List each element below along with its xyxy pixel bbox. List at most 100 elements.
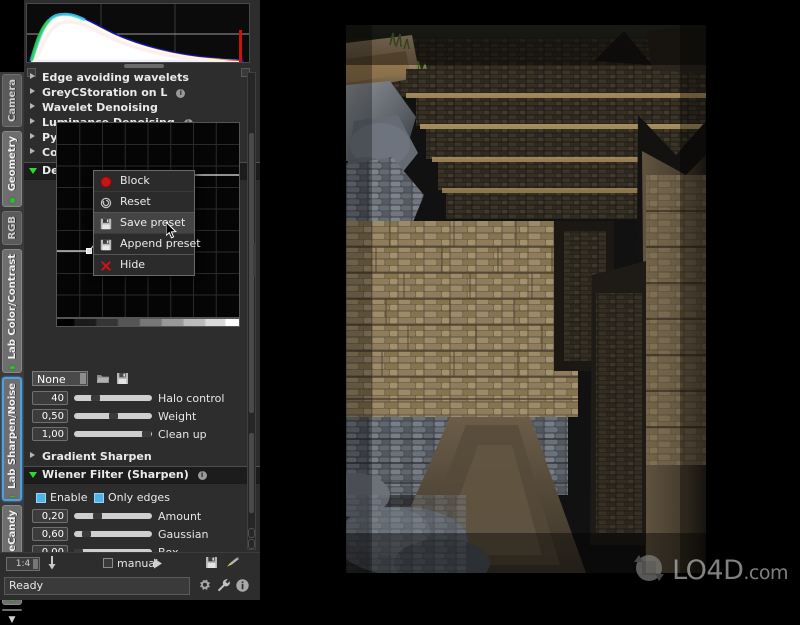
slider-value[interactable]: 0,60: [32, 527, 68, 541]
checkbox-label-only-edges: Only edges: [108, 491, 170, 504]
menu-item-block[interactable]: Block: [94, 171, 194, 192]
scrollbar-thumb-secondary[interactable]: [249, 433, 254, 513]
floppy-disk-icon: [100, 238, 112, 250]
preset-select[interactable]: None: [32, 371, 88, 386]
section-label: Wavelet Denoising: [42, 101, 158, 114]
floppy-disk-icon[interactable]: [116, 372, 130, 386]
slider-thumb[interactable]: [82, 531, 91, 537]
checkbox-label-enable: Enable: [50, 491, 87, 504]
status-text[interactable]: Ready: [4, 577, 190, 595]
chevron-right-icon: [30, 148, 35, 154]
watermark-text: LO4D.com: [672, 555, 788, 586]
pencil-icon[interactable]: [226, 557, 240, 572]
slider-label: Clean up: [158, 428, 207, 441]
sidebar-item-rgb[interactable]: RGB: [2, 211, 22, 245]
chevron-right-icon: [30, 452, 35, 458]
checkbox-only-edges[interactable]: [94, 493, 104, 503]
slider-thumb[interactable]: [93, 513, 102, 519]
menu-item-save-preset[interactable]: Save preset: [94, 213, 194, 234]
viewer-toolbar: 1:4 manual: [0, 552, 260, 574]
slider-thumb[interactable]: [142, 431, 151, 437]
menu-item-reset[interactable]: Reset: [94, 192, 194, 213]
tab-label-lab-color-contrast: Lab Color/Contrast: [7, 250, 18, 363]
slider-track[interactable]: [74, 395, 152, 401]
folder-open-icon[interactable]: [96, 372, 110, 386]
section-edge-avoiding-wavelets[interactable]: Edge avoiding wavelets: [24, 70, 260, 85]
raw-therapee-window: Camera Geometry RGB Lab Color/Contrast L…: [0, 0, 800, 600]
floppy-disk-icon[interactable]: [205, 556, 218, 572]
section-wiener-filter[interactable]: Wiener Filter (Sharpen) i: [24, 466, 260, 484]
slider-track[interactable]: [74, 431, 152, 437]
panel-scrollbar[interactable]: [247, 72, 256, 550]
mouse-cursor: [166, 222, 178, 243]
image-viewer[interactable]: LO4D.com: [260, 0, 800, 600]
scrollbar-down-button[interactable]: [248, 539, 255, 549]
block-circle-icon: [100, 175, 112, 187]
slider-label: Gaussian: [158, 528, 208, 541]
chevron-down-icon: [29, 472, 37, 481]
slider-track[interactable]: [74, 531, 152, 537]
menu-item-label: Reset: [120, 195, 151, 208]
chevron-right-icon: [30, 133, 35, 139]
slider-label: Weight: [158, 410, 196, 423]
tab-label-camera: Camera: [7, 75, 18, 126]
chevron-down-icon[interactable]: ▼: [9, 615, 16, 625]
sidebar-item-camera[interactable]: Camera: [2, 74, 22, 127]
sidebar-item-lab-color-contrast[interactable]: Lab Color/Contrast: [2, 249, 22, 373]
wiener-checkbox-row: Enable Only edges: [24, 490, 260, 507]
menu-item-label: Append preset: [120, 237, 201, 250]
slider-box: 0,00 Box: [24, 545, 260, 552]
slider-value[interactable]: 0,20: [32, 509, 68, 523]
zoom-level-value: 1:4: [16, 559, 30, 569]
slider-label: Amount: [158, 510, 201, 523]
slider-track[interactable]: [74, 513, 152, 519]
slider-value[interactable]: 1,00: [32, 427, 68, 441]
slider-value[interactable]: 0,50: [32, 409, 68, 423]
chevron-right-icon: [30, 73, 35, 79]
chevron-right-icon: [30, 88, 35, 94]
checkbox-enable[interactable]: [36, 493, 46, 503]
slider-track[interactable]: [74, 413, 152, 419]
menu-item-append-preset[interactable]: Append preset: [94, 234, 194, 255]
slider-value[interactable]: 40: [32, 391, 68, 405]
section-gradient-sharpen[interactable]: Gradient Sharpen: [24, 449, 260, 464]
slider-clean-up: 1,00 Clean up: [24, 427, 260, 445]
gear-icon[interactable]: [197, 578, 212, 596]
status-dot: [10, 366, 15, 369]
preset-row: None: [24, 371, 260, 388]
histogram-resize-handle[interactable]: [124, 64, 164, 68]
rgb-histogram[interactable]: [26, 3, 250, 63]
slider-value[interactable]: 0,00: [32, 545, 68, 552]
menu-item-hide[interactable]: Hide: [94, 255, 194, 275]
tab-label-rgb: RGB: [7, 212, 18, 244]
info-icon[interactable]: [235, 578, 250, 596]
menu-item-label: Hide: [120, 258, 145, 271]
wrench-icon[interactable]: [216, 578, 231, 596]
curve-control-point[interactable]: [86, 248, 92, 254]
slider-thumb[interactable]: [109, 413, 118, 419]
preset-select-value: None: [37, 373, 66, 386]
info-icon[interactable]: i: [198, 471, 207, 480]
zoom-level-field[interactable]: 1:4: [6, 557, 40, 571]
chevron-down-icon: [80, 373, 86, 384]
tab-label-lab-sharpen-noise: Lab Sharpen/Noise: [7, 379, 18, 493]
preview-image[interactable]: [346, 25, 706, 573]
chevron-right-icon: [30, 118, 35, 124]
slider-thumb[interactable]: [91, 395, 100, 401]
sidebar-item-geometry[interactable]: Geometry: [2, 131, 22, 207]
slider-label: Halo control: [158, 392, 224, 405]
histogram-plot: [27, 4, 249, 62]
section-wavelet-denoising[interactable]: Wavelet Denoising: [24, 100, 260, 115]
sidebar-item-indy[interactable]: indy: [2, 609, 22, 611]
panel-resize-handle[interactable]: [253, 243, 256, 277]
arrow-down-icon[interactable]: [48, 556, 56, 574]
tool-tab-strip: Camera Geometry RGB Lab Color/Contrast L…: [0, 72, 24, 570]
play-triangle-icon[interactable]: [153, 558, 163, 572]
slider-halo-control: 40 Halo control: [24, 391, 260, 409]
checkbox-manual[interactable]: [103, 558, 113, 568]
section-greycstoration-on-l[interactable]: GreyCStoration on L i: [24, 85, 260, 100]
curve-context-menu: Block Reset Save preset Append preset Hi…: [93, 170, 195, 276]
sidebar-item-lab-sharpen-noise[interactable]: Lab Sharpen/Noise: [2, 377, 22, 501]
scrollbar-up-button[interactable]: [248, 528, 255, 538]
info-icon[interactable]: i: [176, 89, 185, 98]
